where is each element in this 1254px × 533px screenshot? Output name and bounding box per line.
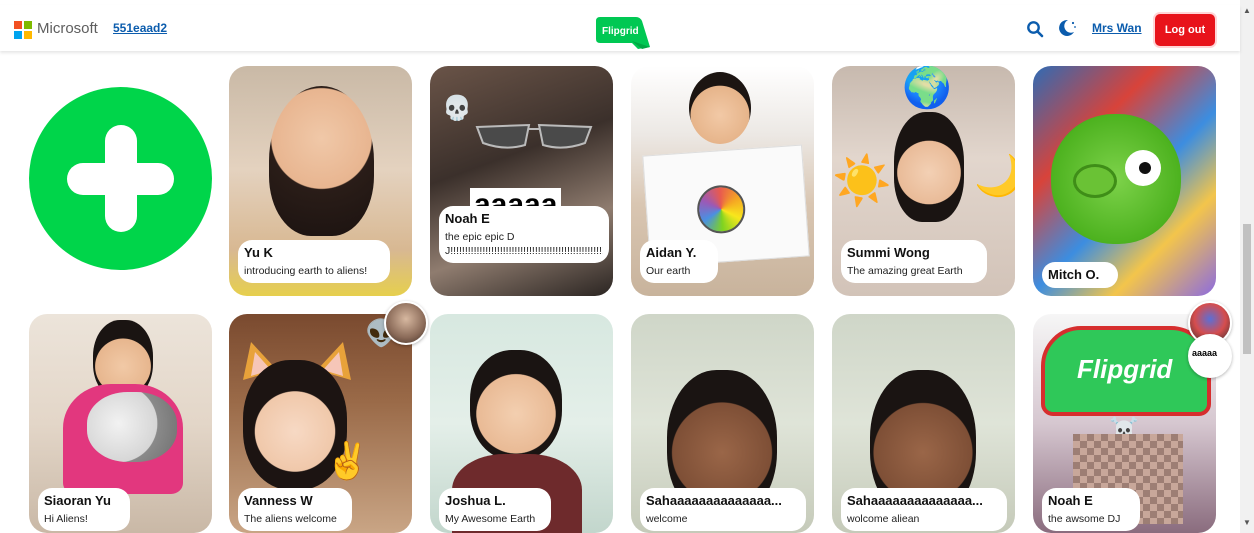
response-label: Vanness W The aliens welcome xyxy=(238,488,352,531)
sun-emoji: ☀️ xyxy=(832,155,892,208)
plush-toys xyxy=(87,392,177,462)
logout-button[interactable]: Log out xyxy=(1155,14,1215,46)
response-caption: The amazing great Earth xyxy=(847,265,963,277)
response-label: Sahaaaaaaaaaaaaaa... welcome xyxy=(640,488,806,531)
group-code-link[interactable]: 551eaad2 xyxy=(113,21,167,35)
response-label: Summi Wong The amazing great Earth xyxy=(841,240,987,283)
response-label: Mitch O. xyxy=(1042,262,1118,288)
video-card[interactable]: Siaoran Yu Hi Aliens! xyxy=(29,314,212,533)
reply-avatar-text: aaaaa xyxy=(1192,348,1218,358)
student-name: Joshua L. xyxy=(445,493,506,508)
response-label: Joshua L. My Awesome Earth xyxy=(439,488,551,531)
student-name: Vanness W xyxy=(244,493,313,508)
video-card[interactable]: Sahaaaaaaaaaaaaaa... welcome xyxy=(631,314,814,533)
video-card[interactable]: Aidan Y. Our earth xyxy=(631,66,814,296)
response-caption: The aliens welcome xyxy=(244,513,337,525)
response-label: Noah E the awsome DJ xyxy=(1042,488,1140,531)
response-label: Yu K introducing earth to aliens! xyxy=(238,240,390,283)
student-face xyxy=(689,72,751,144)
student-name: Mitch O. xyxy=(1048,267,1100,282)
response-label: Aidan Y. Our earth xyxy=(640,240,718,283)
video-card[interactable]: 🌍 ☀️ 🌙 Summi Wong The amazing great Eart… xyxy=(832,66,1015,296)
moon-icon[interactable] xyxy=(1057,18,1077,38)
video-card[interactable]: Flipgrid ☠️ Noah E the awsome DJ xyxy=(1033,314,1216,533)
student-name: Sahaaaaaaaaaaaaaa... xyxy=(847,493,983,508)
moon-emoji: 🌙 xyxy=(974,154,1015,198)
top-navbar: Microsoft 551eaad2 Flipgrid Mrs Wan Log … xyxy=(0,5,1240,51)
add-response-button[interactable] xyxy=(29,87,212,270)
scroll-thumb[interactable] xyxy=(1243,224,1251,354)
flipgrid-hat: Flipgrid xyxy=(1041,326,1211,416)
response-caption: Hi Aliens! xyxy=(44,513,88,525)
student-name: Noah E xyxy=(1048,493,1093,508)
microsoft-brand-text: Microsoft xyxy=(37,20,98,37)
video-card[interactable]: 💀 aaaaa Noah E the epic epic DJ!!!!!!!!!… xyxy=(430,66,613,296)
response-caption: introducing earth to aliens! xyxy=(244,265,368,277)
student-name: Yu K xyxy=(244,245,273,260)
response-caption: Our earth xyxy=(646,265,691,277)
hat-text: Flipgrid xyxy=(1077,354,1173,384)
globe-emoji: 🌍 xyxy=(902,66,952,110)
response-caption: wolcome aliean xyxy=(847,513,920,525)
scroll-up-arrow-icon[interactable]: ▲ xyxy=(1240,6,1254,15)
response-label: Sahaaaaaaaaaaaaaa... wolcome aliean xyxy=(841,488,1007,531)
skull-emoji: 💀 xyxy=(442,95,472,122)
reply-avatar[interactable] xyxy=(384,301,428,345)
response-caption: My Awesome Earth xyxy=(445,513,536,525)
student-name: Noah E xyxy=(445,211,490,226)
peace-hand: ✌️ xyxy=(325,440,370,481)
response-caption: welcome xyxy=(646,513,688,525)
scroll-down-arrow-icon[interactable]: ▼ xyxy=(1240,518,1254,527)
student-face xyxy=(470,350,562,460)
user-name-link[interactable]: Mrs Wan xyxy=(1092,21,1142,35)
person-silhouette xyxy=(269,86,374,236)
search-icon[interactable] xyxy=(1026,20,1044,38)
microsoft-logo-icon xyxy=(14,21,32,39)
student-face xyxy=(894,112,964,222)
sunglasses-overlay xyxy=(475,121,593,151)
video-card[interactable]: Mitch O. xyxy=(1033,66,1216,296)
student-name: Summi Wong xyxy=(847,245,930,260)
video-card[interactable]: ✌️ 👽 Vanness W The aliens welcome xyxy=(229,314,412,533)
response-label: Siaoran Yu Hi Aliens! xyxy=(38,488,130,531)
video-card[interactable]: Yu K introducing earth to aliens! xyxy=(229,66,412,296)
reply-avatar[interactable]: aaaaa xyxy=(1188,334,1232,378)
response-label: Noah E the epic epic DJ!!!!!!!!!!!!!!!!!… xyxy=(439,206,609,263)
response-caption: the epic epic DJ!!!!!!!!!!!!!!!!!!!!!!!!… xyxy=(445,231,603,257)
green-pig-plush xyxy=(1051,114,1181,244)
flipgrid-logo-text: Flipgrid xyxy=(602,26,639,37)
page-scrollbar[interactable]: ▲ ▼ xyxy=(1240,0,1254,533)
video-card[interactable]: Joshua L. My Awesome Earth xyxy=(430,314,613,533)
student-name: Siaoran Yu xyxy=(44,493,111,508)
flipgrid-logo[interactable]: Flipgrid xyxy=(592,15,652,56)
student-name: Aidan Y. xyxy=(646,245,697,260)
video-card[interactable]: Sahaaaaaaaaaaaaaa... wolcome aliean xyxy=(832,314,1015,533)
student-name: Sahaaaaaaaaaaaaaa... xyxy=(646,493,782,508)
response-caption: the awsome DJ xyxy=(1048,513,1121,525)
